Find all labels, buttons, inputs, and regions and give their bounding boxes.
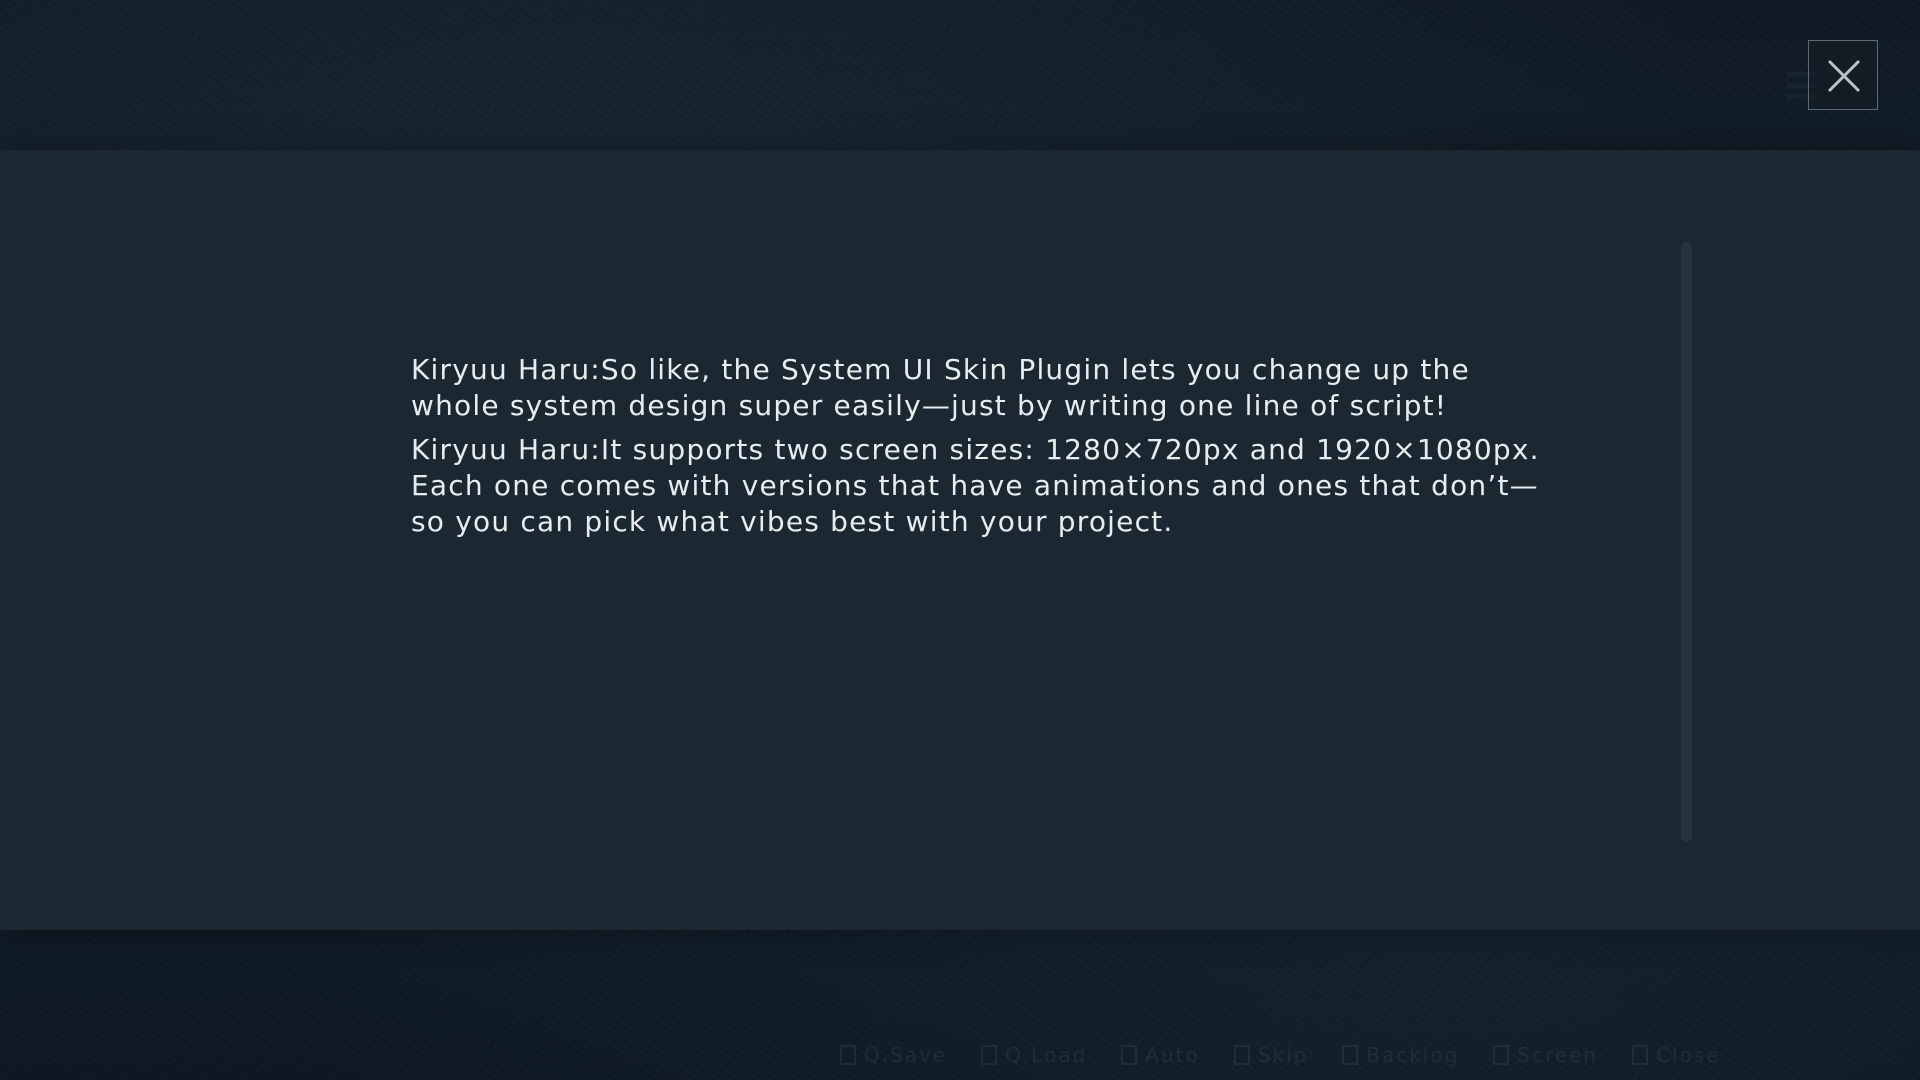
screen-icon: [1493, 1045, 1510, 1065]
backlog-panel[interactable]: Kiryuu Haru:So like, the System UI Skin …: [0, 150, 1920, 930]
speaker-name: Kiryuu Haru:: [411, 353, 601, 386]
quick-menu-item[interactable]: Screen: [1493, 1043, 1598, 1067]
quick-menu-item[interactable]: Close: [1632, 1043, 1720, 1067]
quick-menu: Q.Save Q.Load Auto Skip Backlog Screen C…: [840, 1040, 1721, 1070]
backlog-entry: Kiryuu Haru:So like, the System UI Skin …: [411, 352, 1541, 424]
quick-menu-label: Skip: [1257, 1043, 1309, 1067]
quick-menu-label: Close: [1656, 1043, 1721, 1067]
quick-menu-item[interactable]: Q.Load: [981, 1043, 1087, 1067]
backlog-scrollbar[interactable]: [1681, 242, 1692, 842]
quick-menu-label: Backlog: [1366, 1043, 1460, 1067]
close-icon: [1827, 59, 1861, 93]
quick-menu-item[interactable]: Backlog: [1342, 1043, 1459, 1067]
save-icon: [840, 1045, 856, 1065]
quick-menu-item[interactable]: Skip: [1233, 1043, 1309, 1067]
close-icon: [1632, 1045, 1649, 1065]
quick-menu-label: Q.Save: [864, 1043, 948, 1067]
speaker-name: Kiryuu Haru:: [411, 433, 601, 466]
quick-menu-item[interactable]: Auto: [1121, 1043, 1199, 1067]
game-screen: Kiryuu Haru:So like, the System UI Skin …: [0, 0, 1920, 1080]
quick-menu-label: Screen: [1517, 1043, 1599, 1067]
close-button[interactable]: [1808, 40, 1878, 110]
quick-menu-label: Q.Load: [1005, 1043, 1088, 1067]
backlog-entry: Kiryuu Haru:It supports two screen sizes…: [411, 432, 1541, 540]
load-icon: [981, 1045, 998, 1065]
quick-menu-item[interactable]: Q.Save: [840, 1043, 947, 1067]
quick-menu-label: Auto: [1145, 1043, 1200, 1067]
skip-icon: [1233, 1045, 1250, 1065]
backlog-icon: [1342, 1045, 1359, 1065]
auto-icon: [1121, 1045, 1138, 1065]
backlog-list: Kiryuu Haru:So like, the System UI Skin …: [411, 352, 1541, 548]
